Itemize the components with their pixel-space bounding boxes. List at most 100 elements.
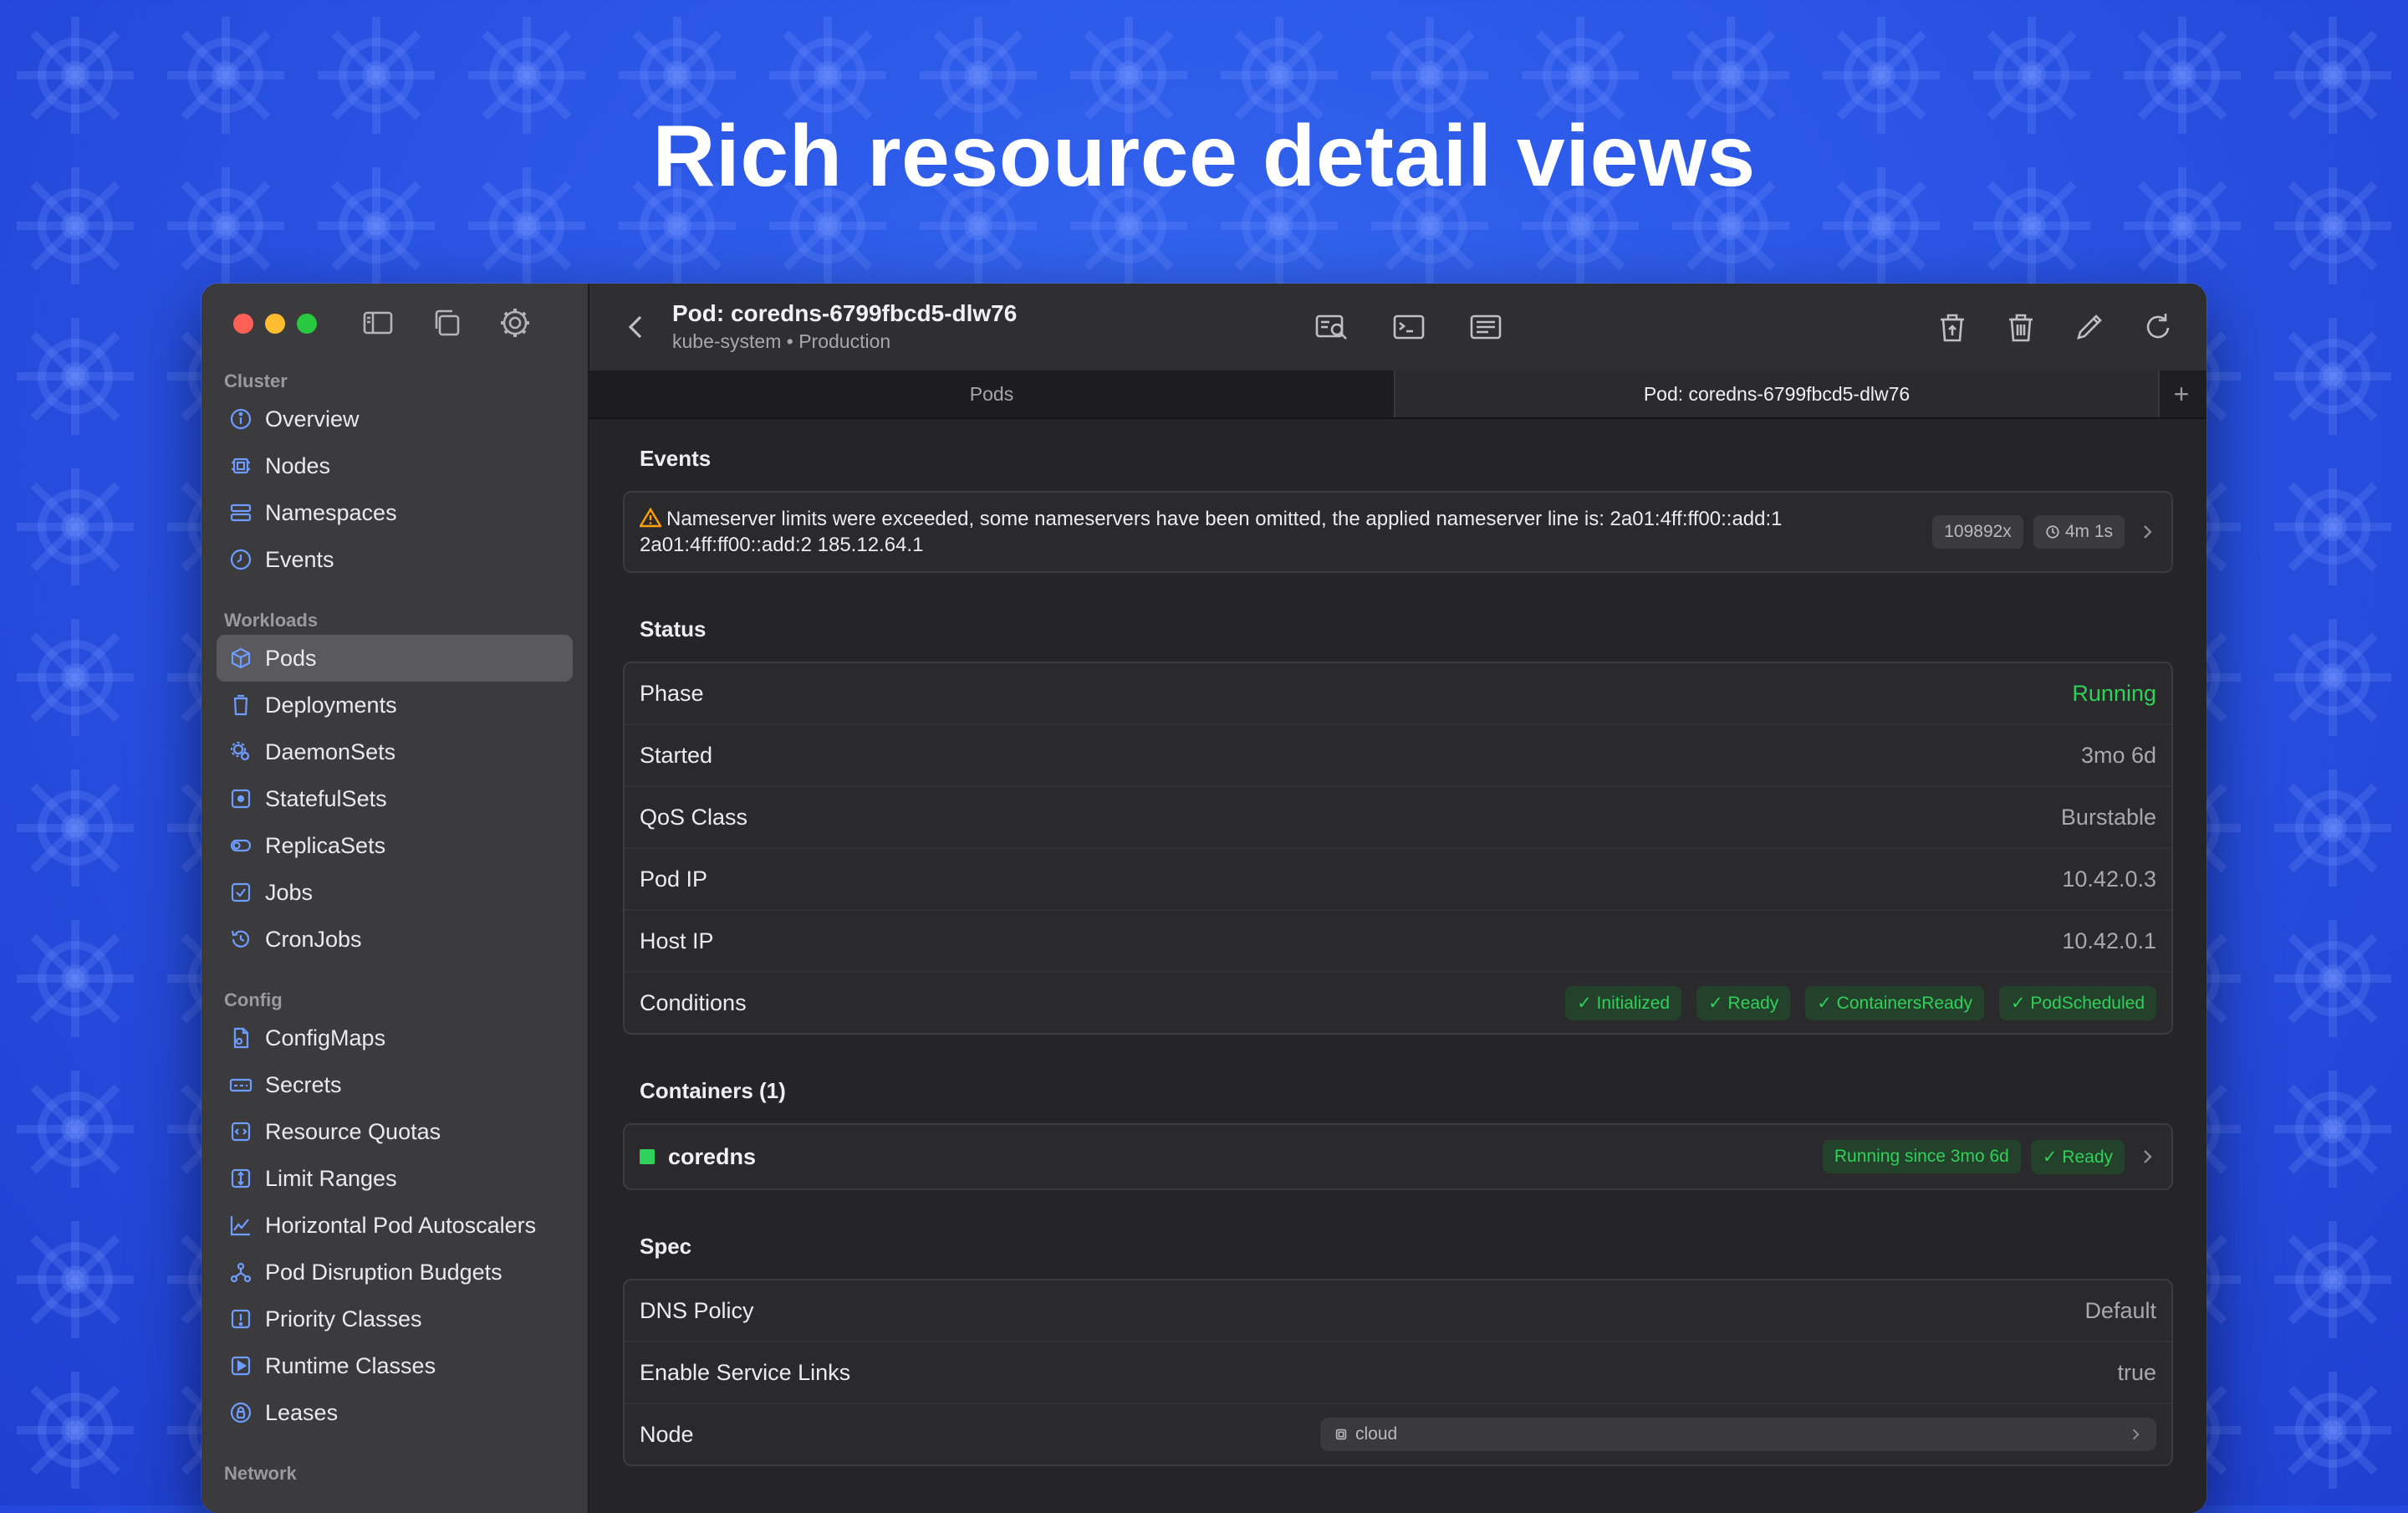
sidebar-item-configmaps[interactable]: ConfigMaps — [217, 1015, 573, 1061]
duplicate-window-icon[interactable] — [429, 305, 464, 340]
container-status-indicator — [640, 1149, 655, 1164]
sidebar-item-resource-quotas[interactable]: Resource Quotas — [217, 1108, 573, 1155]
history-icon — [228, 927, 253, 952]
clock-icon — [228, 547, 253, 572]
gears-icon — [228, 739, 253, 764]
sidebar-item-label: CronJobs — [265, 926, 362, 952]
edit-button[interactable] — [2069, 307, 2110, 347]
sidebar-item-label: Jobs — [265, 879, 314, 905]
inspect-icon — [1315, 314, 1347, 340]
evict-button[interactable] — [1932, 307, 1972, 347]
sidebar-item-namespaces[interactable]: Namespaces — [217, 489, 573, 536]
sidebar-item-overview[interactable]: Overview — [217, 396, 573, 442]
toggle-icon — [228, 833, 253, 858]
app-window: Cluster Overview Nodes Namespaces Events… — [202, 284, 2206, 1513]
back-button[interactable] — [620, 310, 653, 344]
status-row-conditions: Conditions ✓ Initialized ✓ Ready ✓ Conta… — [625, 973, 2171, 1033]
sidebar-item-runtime-classes[interactable]: Runtime Classes — [217, 1342, 573, 1389]
sidebar-item-label: ReplicaSets — [265, 832, 386, 858]
trash-arrow-icon — [1941, 314, 1964, 342]
sidebar-item-label: Secrets — [265, 1071, 342, 1097]
page-title: Pod: coredns-6799fbcd5-dlw76 — [672, 300, 1018, 326]
conditions-list: ✓ Initialized ✓ Ready ✓ ContainersReady … — [1565, 985, 2156, 1020]
trash-icon — [2009, 314, 2033, 342]
close-window-button[interactable] — [233, 314, 253, 334]
sidebar-item-events[interactable]: Events — [217, 536, 573, 583]
node-link[interactable]: cloud — [1320, 1418, 2156, 1451]
sidebar-item-replicasets[interactable]: ReplicaSets — [217, 822, 573, 869]
logs-button[interactable] — [1466, 307, 1506, 347]
tab-bar: Pods Pod: coredns-6799fbcd5-dlw76 + — [589, 371, 2206, 419]
sidebar-item-pdb[interactable]: Pod Disruption Budgets — [217, 1249, 573, 1296]
row-key: Conditions — [640, 989, 747, 1015]
sidebar-item-label: Events — [265, 546, 334, 572]
chevron-right-icon — [2144, 1150, 2152, 1163]
logs-icon — [1470, 314, 1502, 340]
doc-icon — [228, 1025, 253, 1050]
sidebar-item-priority-classes[interactable]: Priority Classes — [217, 1296, 573, 1342]
node-name: cloud — [1355, 1424, 1398, 1444]
container-running-badge: Running since 3mo 6d — [1822, 1140, 2021, 1173]
sidebar-item-secrets[interactable]: Secrets — [217, 1061, 573, 1108]
row-value: 3mo 6d — [2080, 742, 2156, 768]
sidebar-toggle-icon[interactable] — [360, 305, 395, 340]
sidebar-item-leases[interactable]: Leases — [217, 1389, 573, 1436]
sidebar-item-label: DaemonSets — [265, 739, 396, 764]
refresh-button[interactable] — [2138, 307, 2178, 347]
gauge-icon — [228, 1119, 253, 1144]
row-key: Pod IP — [640, 866, 708, 892]
sidebar-item-cronjobs[interactable]: CronJobs — [217, 916, 573, 963]
minimize-window-button[interactable] — [265, 314, 285, 334]
row-value: Running — [2072, 680, 2156, 706]
tab-pod-detail[interactable]: Pod: coredns-6799fbcd5-dlw76 — [1395, 371, 2158, 417]
condition-badge: ✓ Initialized — [1565, 985, 1682, 1020]
key-icon — [228, 1072, 253, 1097]
describe-button[interactable] — [1312, 307, 1352, 347]
window-controls — [233, 314, 317, 334]
row-key: Node — [640, 1421, 694, 1447]
refresh-icon — [2146, 314, 2170, 339]
sidebar-item-label: Priority Classes — [265, 1306, 422, 1332]
condition-badge: ✓ Ready — [1696, 985, 1791, 1020]
row-key: Enable Service Links — [640, 1359, 851, 1385]
main-pane: Pod: coredns-6799fbcd5-dlw76 kube-system… — [589, 284, 2206, 1513]
sidebar-item-deployments[interactable]: Deployments — [217, 682, 573, 728]
container-row[interactable]: coredns Running since 3mo 6d ✓ Ready — [625, 1125, 2171, 1188]
spec-section-title: Spec — [640, 1234, 692, 1259]
checkbox-icon — [228, 880, 253, 905]
sidebar-item-label: Deployments — [265, 692, 397, 718]
status-row-host-ip: Host IP 10.42.0.1 — [625, 911, 2171, 973]
events-section-title: Events — [640, 446, 712, 471]
sidebar: Cluster Overview Nodes Namespaces Events… — [202, 284, 589, 1513]
chart-icon — [228, 1213, 253, 1238]
sidebar-item-pods[interactable]: Pods — [217, 635, 573, 682]
pencil-icon — [2077, 314, 2102, 340]
add-tab-button[interactable]: + — [2158, 371, 2203, 417]
sidebar-item-jobs[interactable]: Jobs — [217, 869, 573, 916]
row-value: Default — [2084, 1297, 2156, 1323]
terminal-button[interactable] — [1389, 307, 1429, 347]
sidebar-item-statefulsets[interactable]: StatefulSets — [217, 775, 573, 822]
sidebar-list: Cluster Overview Nodes Namespaces Events… — [202, 367, 588, 1513]
event-age-text: 4m 1s — [2064, 522, 2113, 541]
delete-button[interactable] — [2001, 307, 2041, 347]
event-row[interactable]: Nameserver limits were exceeded, some na… — [625, 493, 2171, 571]
sidebar-item-label: Resource Quotas — [265, 1118, 441, 1144]
warning-icon — [640, 508, 661, 528]
sidebar-item-hpa[interactable]: Horizontal Pod Autoscalers — [217, 1202, 573, 1249]
sidebar-item-limit-ranges[interactable]: Limit Ranges — [217, 1155, 573, 1202]
status-section-title: Status — [640, 616, 707, 641]
spec-card: DNS Policy Default Enable Service Links … — [623, 1279, 2173, 1466]
chevron-right-icon — [2132, 1429, 2140, 1440]
spec-row-node: Node cloud — [625, 1404, 2171, 1464]
row-value: Burstable — [2060, 804, 2156, 830]
row-key: Host IP — [640, 928, 714, 953]
sidebar-item-daemonsets[interactable]: DaemonSets — [217, 728, 573, 775]
status-row-started: Started 3mo 6d — [625, 725, 2171, 787]
zoom-window-button[interactable] — [297, 314, 317, 334]
sidebar-item-nodes[interactable]: Nodes — [217, 442, 573, 489]
section-label-cluster: Cluster — [224, 371, 288, 391]
tab-pods[interactable]: Pods — [589, 371, 1395, 417]
exclaim-icon — [228, 1306, 253, 1332]
gear-icon[interactable] — [497, 305, 533, 340]
